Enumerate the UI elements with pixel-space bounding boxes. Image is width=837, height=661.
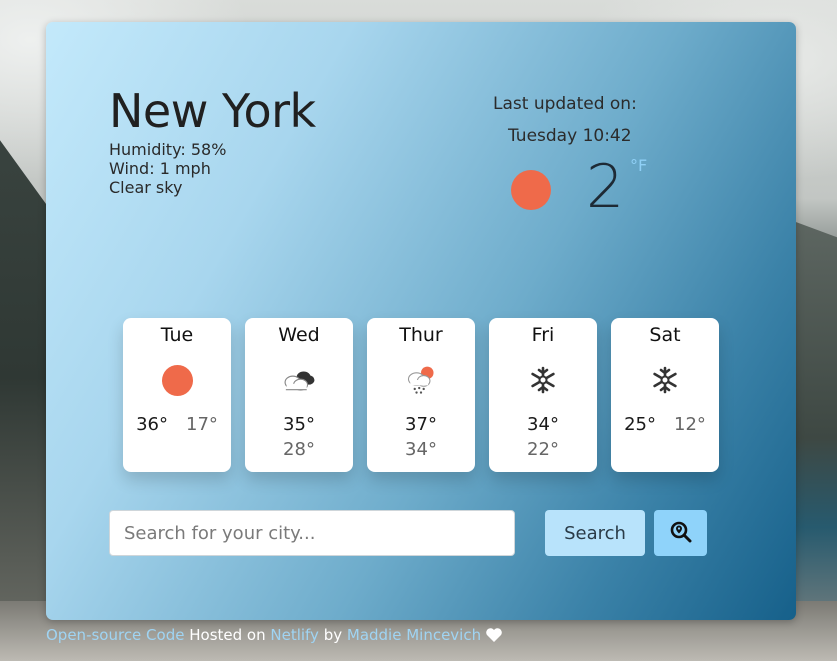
sun-icon bbox=[160, 363, 194, 397]
current-location-button[interactable] bbox=[654, 510, 707, 556]
current-details: Humidity: 58% Wind: 1 mph Clear sky bbox=[109, 140, 226, 197]
snowflake-icon bbox=[648, 363, 682, 397]
weather-description: Clear sky bbox=[109, 178, 183, 197]
author-link[interactable]: Maddie Mincevich bbox=[347, 626, 481, 644]
city-search-input[interactable] bbox=[109, 510, 515, 556]
forecast-day: Tue 36° 17° bbox=[123, 318, 231, 472]
humidity-text: Humidity: 58% bbox=[109, 140, 227, 159]
forecast-high: 25° bbox=[624, 414, 656, 435]
forecast-day-name: Fri bbox=[531, 324, 555, 346]
forecast-day: Wed 35° 28° bbox=[245, 318, 353, 472]
last-updated-label: Last updated on: bbox=[493, 94, 637, 114]
search-location-icon bbox=[670, 521, 692, 546]
forecast-day-name: Sat bbox=[649, 324, 681, 346]
city-name: New York bbox=[109, 84, 316, 138]
forecast-day-name: Wed bbox=[278, 324, 320, 346]
forecast-low: 12° bbox=[674, 414, 706, 435]
forecast-day: Sat 25° 12° bbox=[611, 318, 719, 472]
forecast-high: 36° bbox=[136, 414, 168, 435]
weather-card: New York Humidity: 58% Wind: 1 mph Clear… bbox=[46, 22, 796, 620]
heart-icon bbox=[485, 627, 503, 647]
forecast-high: 37° bbox=[405, 414, 437, 435]
forecast-low: 22° bbox=[527, 439, 559, 460]
forecast-day-name: Thur bbox=[399, 324, 443, 346]
forecast-day: Thur 37° 34° bbox=[367, 318, 475, 472]
forecast-low: 28° bbox=[283, 439, 315, 460]
search-button[interactable]: Search bbox=[545, 510, 645, 556]
last-updated-time: Tuesday 10:42 bbox=[508, 126, 632, 146]
forecast-low: 34° bbox=[405, 439, 437, 460]
broken-clouds-icon bbox=[282, 363, 316, 397]
forecast-day-name: Tue bbox=[160, 324, 194, 346]
netlify-link[interactable]: Netlify bbox=[270, 626, 319, 644]
snowflake-icon bbox=[526, 363, 560, 397]
forecast-day: Fri 34° 22° bbox=[489, 318, 597, 472]
by-text: by bbox=[318, 626, 347, 644]
open-source-code-link[interactable]: Open-source Code bbox=[46, 626, 184, 644]
hosted-on-text: Hosted on bbox=[184, 626, 271, 644]
forecast-high: 35° bbox=[283, 414, 315, 435]
wind-text: Wind: 1 mph bbox=[109, 159, 211, 178]
fahrenheit-unit-link[interactable]: °F bbox=[630, 156, 647, 175]
footer: Open-source Code Hosted on Netlify by Ma… bbox=[46, 626, 503, 647]
sun-icon bbox=[511, 170, 551, 210]
forecast-low: 17° bbox=[186, 414, 218, 435]
forecast-high: 34° bbox=[527, 414, 559, 435]
rain-snow-sun-icon bbox=[404, 363, 438, 397]
current-temperature: 2 bbox=[586, 152, 625, 222]
